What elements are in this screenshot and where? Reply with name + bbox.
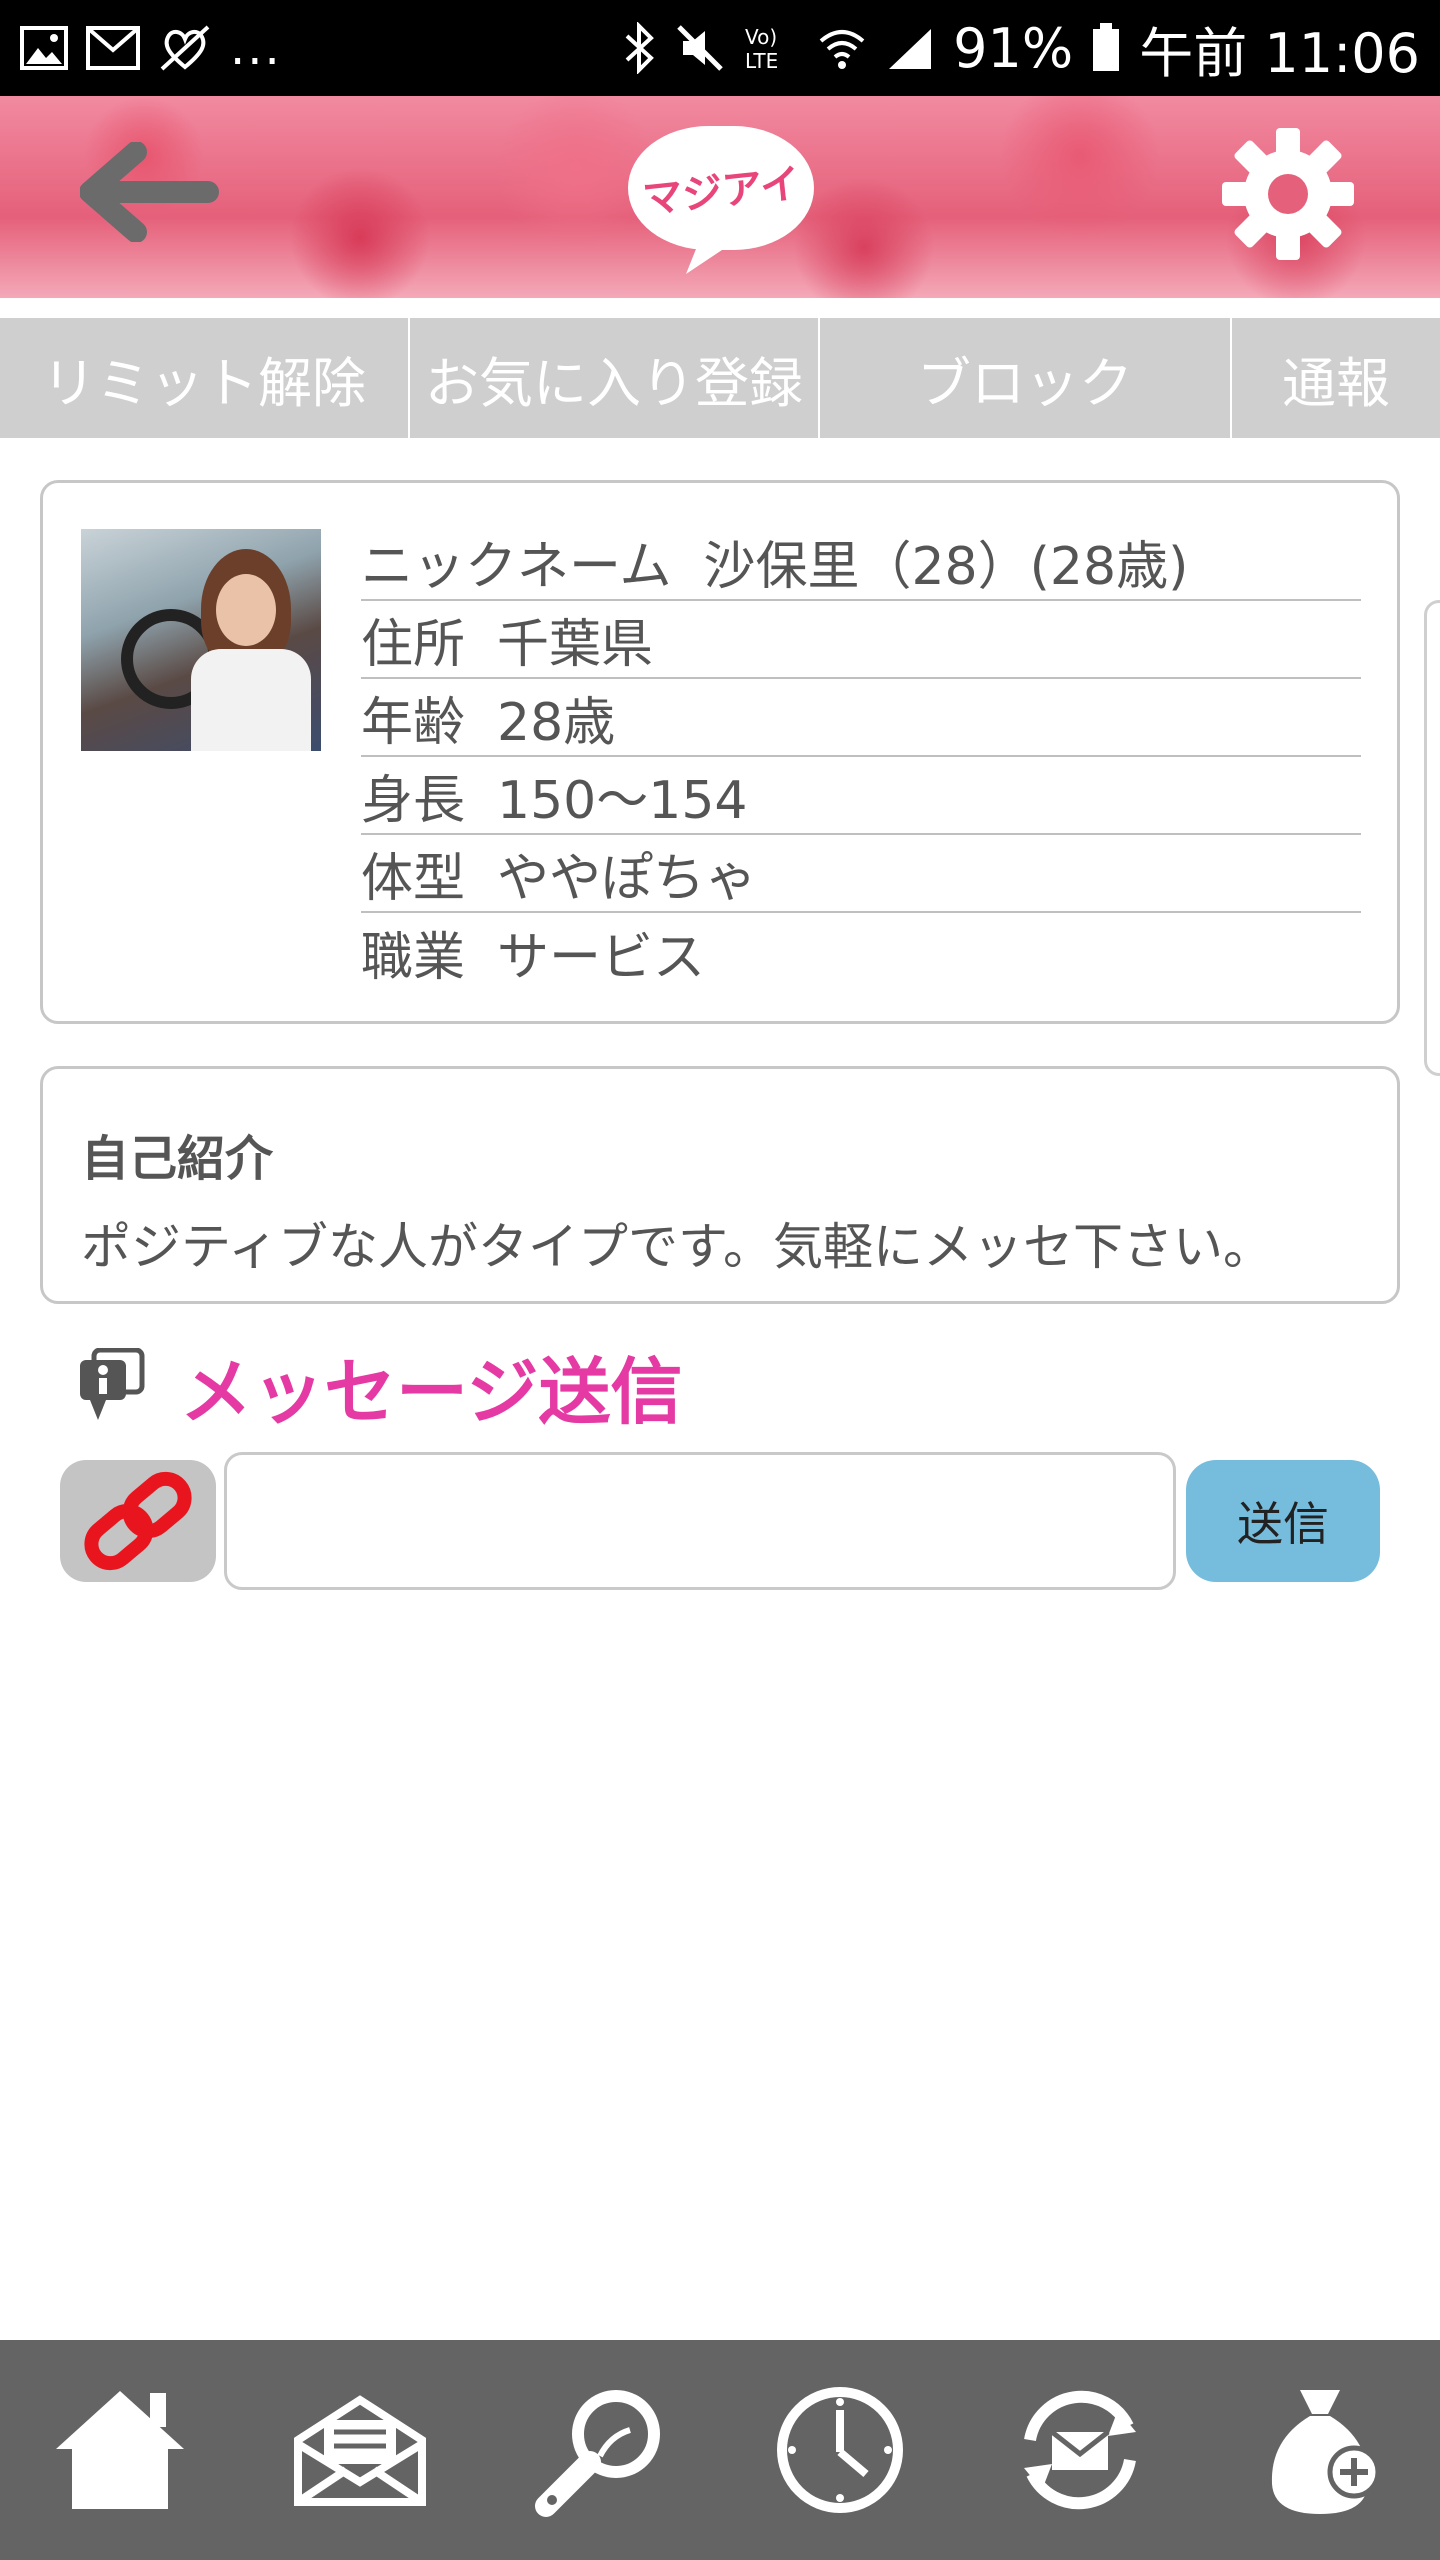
self-intro-title: 自己紹介 bbox=[81, 1131, 274, 1187]
profile-card: ニックネーム 沙保里（28）(28歳) 住所 千葉県 年齢 28歳 身長 150… bbox=[40, 480, 1400, 1024]
profile-row-occupation: 職業 サービス bbox=[361, 913, 1361, 991]
avatar-face bbox=[216, 574, 276, 646]
app-header: マジアイ bbox=[0, 96, 1440, 298]
message-bubble-icon bbox=[80, 1348, 145, 1420]
battery-icon bbox=[1091, 18, 1121, 78]
points-bag-icon bbox=[1271, 2390, 1381, 2514]
profile-key: 職業 bbox=[361, 927, 466, 988]
profile-row-age: 年齢 28歳 bbox=[361, 679, 1361, 757]
attach-link-button[interactable] bbox=[60, 1460, 216, 1582]
app-logo: マジアイ bbox=[628, 126, 814, 274]
back-arrow-icon bbox=[79, 141, 219, 243]
profile-value: サービス bbox=[497, 927, 706, 988]
search-icon bbox=[535, 2390, 660, 2517]
self-intro-text: ポジティブな人がタイプです。気軽にメッセ下さい。 bbox=[81, 1218, 1273, 1276]
tab-block[interactable]: ブロック bbox=[820, 318, 1232, 438]
logo-bubble-tail bbox=[686, 244, 728, 274]
avatar-body bbox=[191, 649, 311, 751]
profile-row-nickname: ニックネーム 沙保里（28）(28歳) bbox=[361, 523, 1361, 601]
mail-sync-icon bbox=[1024, 2390, 1136, 2510]
send-button[interactable]: 送信 bbox=[1186, 1460, 1380, 1582]
status-bar: ... Vo) LTE 91% 午前 11:06 bbox=[0, 0, 1440, 96]
nav-points-purchase[interactable] bbox=[1250, 2380, 1390, 2520]
profile-value: 沙保里（28）(28歳) bbox=[703, 536, 1189, 597]
home-icon bbox=[56, 2391, 184, 2509]
gear-icon bbox=[1222, 128, 1354, 260]
nav-search[interactable] bbox=[530, 2380, 670, 2520]
clock-time: 午前 11:06 bbox=[1139, 21, 1420, 85]
nav-home[interactable] bbox=[50, 2380, 190, 2520]
svg-text:Vo): Vo) bbox=[745, 25, 777, 49]
nav-mail[interactable] bbox=[290, 2380, 430, 2520]
bluetooth-icon bbox=[623, 18, 657, 78]
mute-icon bbox=[675, 18, 725, 78]
profile-row-body-type: 体型 ややぽちゃ bbox=[361, 835, 1361, 913]
profile-value: 150～154 bbox=[497, 770, 748, 831]
profile-avatar[interactable] bbox=[81, 529, 321, 751]
message-input[interactable] bbox=[224, 1452, 1176, 1590]
profile-key: 住所 bbox=[361, 614, 466, 675]
gallery-icon bbox=[20, 18, 68, 78]
profile-value: 28歳 bbox=[497, 692, 616, 753]
tab-report[interactable]: 通報 bbox=[1232, 318, 1440, 438]
gmail-icon bbox=[86, 18, 140, 78]
profile-key: 年齢 bbox=[361, 692, 466, 753]
profile-info-list: ニックネーム 沙保里（28）(28歳) 住所 千葉県 年齢 28歳 身長 150… bbox=[361, 523, 1361, 991]
profile-value: 千葉県 bbox=[497, 614, 654, 675]
status-right: Vo) LTE 91% 午前 11:06 bbox=[623, 9, 1420, 88]
profile-row-address: 住所 千葉県 bbox=[361, 601, 1361, 679]
nav-history[interactable] bbox=[770, 2380, 910, 2520]
action-tab-bar: リミット解除 お気に入り登録 ブロック 通報 bbox=[0, 318, 1440, 438]
notifications-more: ... bbox=[230, 20, 282, 76]
clock-icon bbox=[777, 2387, 903, 2513]
heart-arrow-icon bbox=[158, 18, 212, 78]
signal-icon bbox=[885, 18, 935, 78]
nav-mail-sync[interactable] bbox=[1010, 2380, 1150, 2520]
self-intro-card: 自己紹介 ポジティブな人がタイプです。気軽にメッセ下さい。 bbox=[40, 1066, 1400, 1304]
back-button[interactable] bbox=[79, 141, 220, 243]
chain-link-icon bbox=[84, 1471, 192, 1571]
network-type-label: LTE bbox=[745, 49, 778, 73]
wifi-icon bbox=[817, 18, 867, 78]
profile-row-height: 身長 150～154 bbox=[361, 757, 1361, 835]
message-section-header: メッセージ送信 bbox=[76, 1340, 683, 1434]
tab-limit-release[interactable]: リミット解除 bbox=[0, 318, 410, 438]
screen: ... Vo) LTE 91% 午前 11:06 マジアイ リミット解除 お気に… bbox=[0, 0, 1440, 2560]
volte-icon: Vo) LTE bbox=[743, 18, 799, 78]
message-section-title: メッセージ送信 bbox=[180, 1349, 683, 1434]
profile-key: ニックネーム bbox=[361, 536, 672, 597]
tab-add-favorite[interactable]: お気に入り登録 bbox=[410, 318, 820, 438]
profile-value: ややぽちゃ bbox=[497, 848, 758, 909]
mail-icon bbox=[294, 2395, 426, 2506]
bottom-navigation bbox=[0, 2340, 1440, 2560]
profile-key: 身長 bbox=[361, 770, 466, 831]
status-left: ... bbox=[20, 18, 282, 78]
battery-percent: 91% bbox=[953, 16, 1074, 80]
profile-key: 体型 bbox=[361, 848, 466, 909]
settings-button[interactable] bbox=[1218, 124, 1358, 264]
scroll-edge-indicator bbox=[1424, 600, 1440, 1076]
